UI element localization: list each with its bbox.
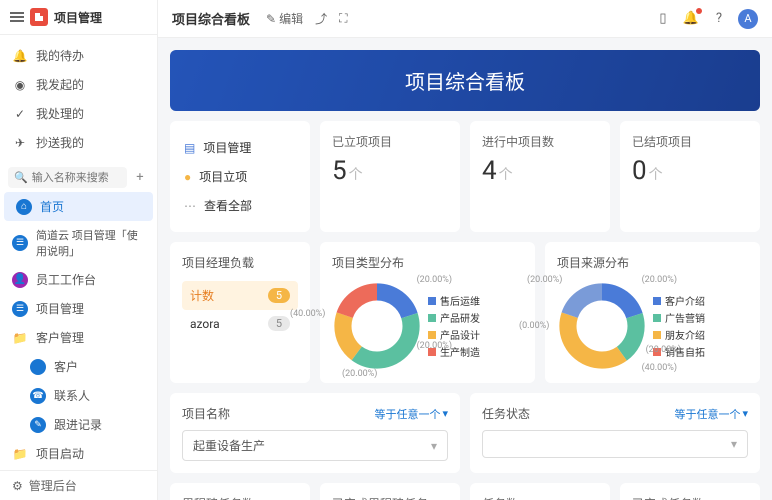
stat-initiated: 已立项项目 5个 [320, 121, 460, 232]
doc-icon: ☰ [12, 235, 28, 251]
nav-contact[interactable]: ☎联系人 [0, 381, 157, 410]
nav-guide[interactable]: ☰简道云 项目管理「使用说明」 [0, 221, 157, 265]
manager-row[interactable]: azora5 [182, 310, 298, 337]
edit-icon: ✎ [266, 12, 276, 26]
project-icon: ☰ [12, 301, 28, 317]
source-donut-chart: (20.00%) (20.00%) (0.00%) (40.00%) (20.0… [557, 281, 647, 371]
dot-icon: ● [184, 170, 191, 184]
admin-backend[interactable]: ⚙管理后台 [0, 470, 157, 500]
check-icon: ✓ [12, 106, 28, 122]
target-icon: ◉ [12, 77, 28, 93]
gear-icon: ⚙ [12, 479, 23, 493]
folder-icon: 📁 [12, 446, 28, 462]
filter-project-name: 项目名称 等于任意一个▾ 起重设备生产▾ [170, 393, 460, 473]
list-icon: ▤ [184, 141, 195, 155]
share-icon: ⤴ [315, 10, 327, 27]
chevron-down-icon: ▾ [742, 407, 748, 420]
expand-icon: ⛶ [339, 11, 347, 26]
stat-tasks-done: 已完成任务数ⓘ 3个 [620, 483, 760, 500]
nav-workbench[interactable]: 👤员工工作台 [0, 265, 157, 294]
user-avatar[interactable]: A [738, 9, 758, 29]
nav-customer-item[interactable]: 👤客户 [0, 352, 157, 381]
contact-icon: ☎ [30, 388, 46, 404]
hero-banner: 项目综合看板 [170, 50, 760, 111]
fullscreen-button[interactable]: ⛶ [339, 10, 347, 27]
nav-handled[interactable]: ✓我处理的 [0, 99, 157, 128]
nav-project-mgmt[interactable]: ☰项目管理 [0, 294, 157, 323]
shortcut-pm[interactable]: ▤项目管理 [182, 133, 298, 162]
customer-icon: 👤 [30, 359, 46, 375]
project-select[interactable]: 起重设备生产▾ [182, 430, 448, 461]
stat-inprogress: 进行中项目数 4个 [470, 121, 610, 232]
record-icon: ✎ [30, 417, 46, 433]
stat-tasks: 任务数ⓘ 11个 [470, 483, 610, 500]
topbar: 项目综合看板 ✎编辑 ⤴ ⛶ ▯ 🔔 ? A [158, 0, 772, 38]
search-input[interactable] [32, 171, 121, 184]
stat-closed: 已结项项目 0个 [620, 121, 760, 232]
sidebar: 项目管理 🔔我的待办 ◉我发起的 ✓我处理的 ✈抄送我的 🔍 + ⌂首页 ☰简道… [0, 0, 158, 500]
status-select[interactable]: ▾ [482, 430, 748, 458]
manager-load-card: 项目经理负载 计数5 azora5 [170, 242, 310, 383]
user-icon: 👤 [12, 272, 28, 288]
type-chart-card: 项目类型分布 (20.00%) (40.00%) (20.00%) [320, 242, 535, 383]
menu-toggle-icon[interactable] [10, 10, 24, 24]
stat-milestone-done: 已完成里程碑任务ⓘ 2个 [320, 483, 460, 500]
nav-followup[interactable]: ✎跟进记录 [0, 410, 157, 439]
stat-milestone: 里程碑任务数ⓘ 8个 [170, 483, 310, 500]
help-icon[interactable]: ? [710, 10, 728, 28]
app-logo [30, 8, 48, 26]
shortcut-all[interactable]: ⋯查看全部 [182, 191, 298, 220]
search-input-wrap[interactable]: 🔍 [8, 167, 127, 188]
page-title: 项目综合看板 [172, 9, 250, 28]
add-button[interactable]: + [131, 169, 149, 187]
bell-icon: 🔔 [12, 48, 28, 64]
edit-button[interactable]: ✎编辑 [266, 10, 303, 27]
shortcuts-card: ▤项目管理 ●项目立项 ⋯查看全部 [170, 121, 310, 232]
folder-icon: 📁 [12, 330, 28, 346]
chevron-down-icon: ▾ [442, 407, 448, 420]
home-icon: ⌂ [16, 199, 32, 215]
nav-cc[interactable]: ✈抄送我的 [0, 128, 157, 157]
nav-todo[interactable]: 🔔我的待办 [0, 41, 157, 70]
send-icon: ✈ [12, 135, 28, 151]
nav-customer[interactable]: 📁客户管理 [0, 323, 157, 352]
book-icon[interactable]: ▯ [654, 10, 672, 28]
chevron-down-icon: ▾ [431, 439, 437, 453]
share-button[interactable]: ⤴ [315, 10, 327, 27]
chevron-down-icon: ▾ [731, 437, 737, 451]
source-chart-card: 项目来源分布 (20.00%) (20.00%) (0.00%) [545, 242, 760, 383]
notification-icon[interactable]: 🔔 [682, 10, 700, 28]
search-icon: 🔍 [14, 171, 28, 184]
manager-header[interactable]: 计数5 [182, 281, 298, 310]
nav-home[interactable]: ⌂首页 [4, 192, 153, 221]
filter-task-status: 任务状态 等于任意一个▾ ▾ [470, 393, 760, 473]
type-donut-chart: (20.00%) (40.00%) (20.00%) (20.00%) [332, 281, 422, 371]
more-icon: ⋯ [184, 199, 196, 213]
filter-condition[interactable]: 等于任意一个▾ [374, 406, 448, 422]
app-title: 项目管理 [54, 9, 102, 26]
nav-project-start[interactable]: 📁项目启动 [0, 439, 157, 468]
nav-initiated[interactable]: ◉我发起的 [0, 70, 157, 99]
filter-condition[interactable]: 等于任意一个▾ [674, 406, 748, 422]
shortcut-init[interactable]: ●项目立项 [182, 162, 298, 191]
